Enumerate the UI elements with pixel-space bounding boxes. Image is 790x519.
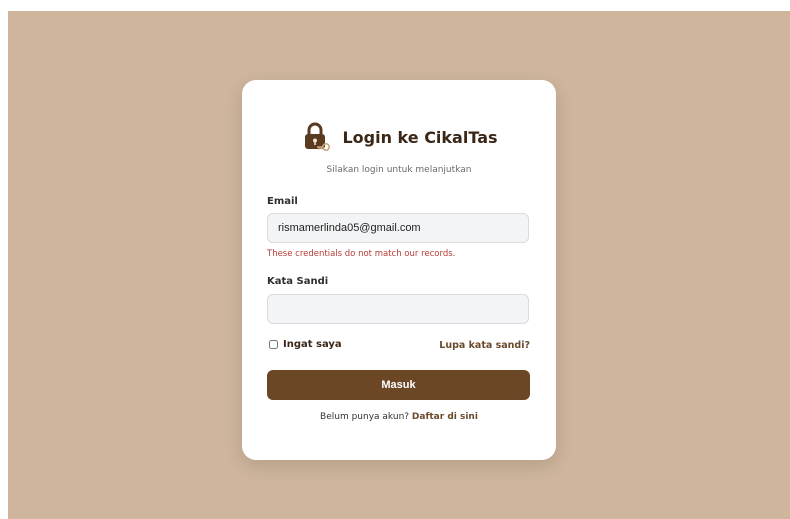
- email-field[interactable]: [267, 213, 529, 243]
- email-label: Email: [267, 196, 298, 207]
- page-title: Login ke CikalTas: [342, 127, 498, 147]
- login-header: Login ke CikalTas: [242, 120, 556, 154]
- email-error-message: These credentials do not match our recor…: [267, 249, 456, 259]
- password-field[interactable]: [267, 294, 529, 324]
- login-button[interactable]: Masuk: [267, 370, 530, 400]
- remember-me-checkbox[interactable]: [269, 340, 278, 349]
- forgot-password-link[interactable]: Lupa kata sandi?: [439, 340, 530, 351]
- login-card: Login ke CikalTas Silakan login untuk me…: [242, 80, 556, 460]
- remember-me-label: Ingat saya: [283, 339, 342, 350]
- register-prompt: Belum punya akun? Daftar di sini: [242, 412, 556, 422]
- password-label: Kata Sandi: [267, 276, 329, 287]
- register-link[interactable]: Daftar di sini: [412, 412, 478, 422]
- page-subtitle: Silakan login untuk melanjutkan: [326, 165, 472, 175]
- remember-me: Ingat saya: [269, 339, 342, 350]
- lock-key-icon: [305, 122, 331, 151]
- register-prompt-text: Belum punya akun?: [320, 412, 412, 422]
